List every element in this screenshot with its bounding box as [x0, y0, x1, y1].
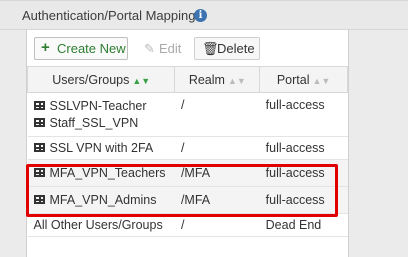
- plus-icon: +: [41, 39, 50, 56]
- group-icon: [33, 118, 45, 127]
- cell-portal: full-access: [259, 92, 348, 137]
- cell-portal: full-access: [259, 186, 348, 214]
- delete-label: Delete: [217, 41, 255, 56]
- group-icon: [33, 143, 45, 152]
- trash-icon: 🗑: [202, 41, 219, 56]
- sort-icon: ▲▼: [132, 75, 151, 86]
- table-row[interactable]: All Other Users/Groups / Dead End: [27, 213, 348, 237]
- column-header-users-groups[interactable]: Users/Groups ▲▼: [26, 66, 176, 93]
- create-new-button[interactable]: + Create New: [34, 37, 128, 60]
- cell-realm: /MFA: [174, 159, 260, 187]
- table-row[interactable]: SSLVPN-Teacher Staff_SSL_VPN / full-acce…: [27, 92, 348, 137]
- table-header-row: Users/Groups ▲▼ Realm ▲▼ Portal ▲▼: [26, 66, 348, 93]
- info-icon[interactable]: i: [194, 9, 207, 22]
- create-new-label: Create New: [57, 41, 126, 56]
- section-title: Authentication/Portal Mapping: [22, 8, 196, 23]
- cell-portal: full-access: [259, 159, 348, 187]
- group-icon: [33, 101, 45, 110]
- cell-groups: All Other Users/Groups: [27, 213, 175, 237]
- cell-groups: MFA_VPN_Teachers: [27, 159, 175, 187]
- cell-groups: SSLVPN-Teacher Staff_SSL_VPN: [27, 92, 175, 137]
- edit-button[interactable]: ✎ Edit: [136, 37, 188, 60]
- pencil-icon: ✎: [144, 41, 155, 56]
- group-icon: [33, 195, 45, 204]
- edit-label: Edit: [159, 41, 182, 56]
- column-header-portal[interactable]: Portal ▲▼: [259, 66, 348, 93]
- cell-realm: /MFA: [174, 186, 260, 214]
- group-icon: [33, 168, 45, 177]
- sort-icon: ▲▼: [227, 75, 246, 86]
- cell-realm: /: [174, 213, 260, 237]
- cell-groups: MFA_VPN_Admins: [27, 186, 175, 214]
- cell-realm: /: [174, 92, 260, 137]
- sort-icon: ▲▼: [312, 75, 331, 86]
- column-header-realm[interactable]: Realm ▲▼: [174, 66, 261, 93]
- table-row[interactable]: MFA_VPN_Admins /MFA full-access: [27, 186, 348, 214]
- table-row[interactable]: SSL VPN with 2FA / full-access: [27, 136, 348, 160]
- cell-groups: SSL VPN with 2FA: [27, 136, 175, 160]
- cell-realm: /: [174, 136, 260, 160]
- cell-portal: Dead End: [259, 213, 348, 237]
- cell-portal: full-access: [259, 136, 348, 160]
- section-header: Authentication/Portal Mapping i: [0, 0, 408, 30]
- table-row[interactable]: MFA_VPN_Teachers /MFA full-access: [27, 159, 348, 187]
- mapping-table: Users/Groups ▲▼ Realm ▲▼ Portal ▲▼ SSLVPN-T…: [26, 66, 348, 237]
- delete-button[interactable]: 🗑 Delete: [194, 37, 260, 60]
